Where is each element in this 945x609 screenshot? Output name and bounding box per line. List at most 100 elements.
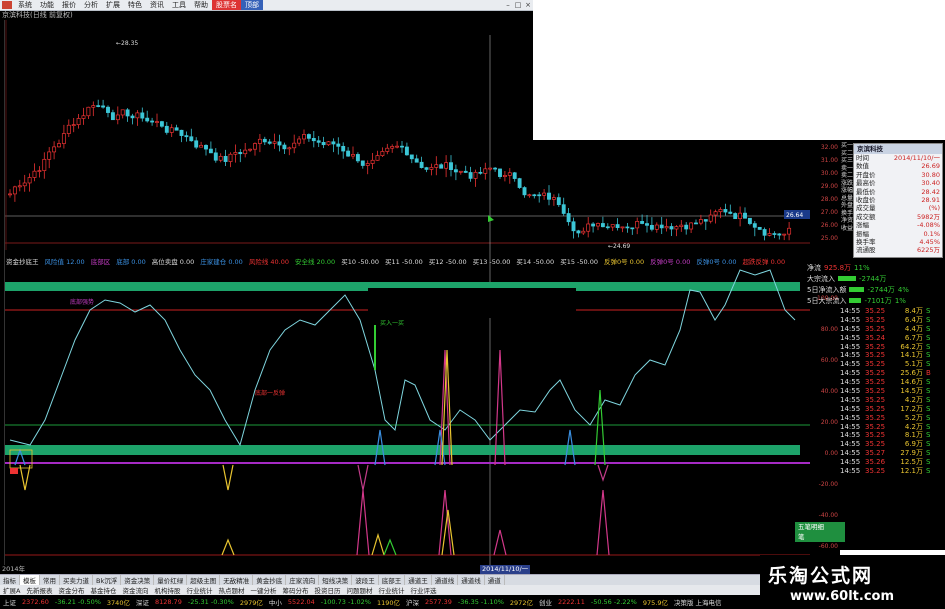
- function-item[interactable]: 筹码分布: [279, 585, 311, 595]
- candle-body: [488, 167, 493, 170]
- tab-item[interactable]: 模板: [20, 575, 40, 585]
- tick-row[interactable]: 14:55 35.25 4.2万 S: [840, 396, 945, 405]
- menu-news[interactable]: 资讯: [146, 0, 168, 10]
- window-title: 京滨科技(日线 前复权): [0, 11, 533, 20]
- tick-volume: 25.6万: [900, 369, 923, 378]
- candle-body: [174, 127, 179, 131]
- tick-button[interactable]: 笔: [795, 532, 845, 542]
- tab-item[interactable]: 通道线: [432, 575, 459, 585]
- tick-row[interactable]: 14:55 35.26 12.5万 S: [840, 458, 945, 467]
- index-quote: 2972亿: [509, 599, 533, 607]
- tick-row[interactable]: 14:55 35.25 8.1万 S: [840, 431, 945, 440]
- popup-value: 0.1%: [923, 229, 940, 238]
- tick-row[interactable]: 14:55 35.25 14.1万 S: [840, 351, 945, 360]
- tab-item[interactable]: 资金决策: [121, 575, 155, 585]
- tab-item[interactable]: 超级主图: [187, 575, 221, 585]
- menu-function[interactable]: 功能: [36, 0, 58, 10]
- function-item[interactable]: 先新报表: [23, 585, 55, 595]
- menu-help[interactable]: 帮助: [190, 0, 212, 10]
- tick-row[interactable]: 14:55 35.25 25.6万 B: [840, 369, 945, 378]
- candle-body: [444, 162, 449, 169]
- tick-row[interactable]: 14:55 35.27 27.9万 S: [840, 449, 945, 458]
- candle-body: [351, 154, 355, 157]
- tab-item[interactable]: 指标: [0, 575, 20, 585]
- candle-body: [155, 121, 159, 123]
- candle-body: [600, 223, 605, 228]
- tick-price: 35.25: [865, 413, 886, 422]
- tick-row[interactable]: 14:55 35.25 5.2万 S: [840, 414, 945, 423]
- tab-item[interactable]: 量价红绿: [154, 575, 188, 585]
- tab-item[interactable]: 常用: [40, 575, 60, 585]
- tick-time: 14:55: [840, 360, 861, 369]
- index-quote: 创业: [538, 599, 552, 607]
- minimize-icon[interactable]: –: [503, 1, 513, 9]
- flow-label: 净流: [807, 263, 821, 272]
- tab-item[interactable]: 短线决策: [319, 575, 353, 585]
- tab-item[interactable]: 庄家流向: [286, 575, 320, 585]
- flow-label: 大宗流入: [807, 274, 835, 283]
- tick-side: S: [926, 378, 931, 387]
- candle-body: [37, 170, 42, 172]
- menu-extend[interactable]: 扩展: [102, 0, 124, 10]
- candle-body: [424, 167, 429, 170]
- tick-row[interactable]: 14:55 35.25 17.2万 S: [840, 405, 945, 414]
- tick-row[interactable]: 14:55 35.25 4.4万 S: [840, 325, 945, 334]
- menu-system[interactable]: 系统: [14, 0, 36, 10]
- function-item[interactable]: 行业评选: [407, 585, 439, 595]
- function-item[interactable]: 投资日历: [311, 585, 343, 595]
- close-icon[interactable]: ×: [523, 1, 533, 9]
- function-item[interactable]: 问题题材: [343, 585, 375, 595]
- tab-item[interactable]: 黄金抄底: [253, 575, 287, 585]
- function-item[interactable]: 资金流向: [119, 585, 151, 595]
- five-tick-detail-button[interactable]: 五笔明细: [795, 522, 845, 532]
- function-item[interactable]: 热点题材: [215, 585, 247, 595]
- tick-row[interactable]: 14:55 35.25 8.4万 S: [840, 307, 945, 316]
- tick-list[interactable]: 14:55 35.25 8.4万 S 14:55 35.25 6.4万 S 14:55 35.25…: [840, 307, 945, 547]
- function-item[interactable]: 行业统计: [375, 585, 407, 595]
- tick-row[interactable]: 14:55 35.25 64.2万 S: [840, 343, 945, 352]
- tick-volume: 64.2万: [900, 342, 923, 351]
- tab-item[interactable]: 通道王: [405, 575, 432, 585]
- candle-body: [346, 150, 351, 157]
- tick-row[interactable]: 14:55 35.25 6.4万 S: [840, 316, 945, 325]
- tick-row[interactable]: 14:55 35.25 14.6万 S: [840, 378, 945, 387]
- tick-side: S: [926, 404, 931, 413]
- data-popup[interactable]: 京滨科技 时间 2014/11/10/一 数值 26.69 开盘价 30.80 最高价 30.…: [853, 143, 943, 258]
- tab-item[interactable]: Bk沉浮: [93, 575, 122, 585]
- tick-row[interactable]: 14:55 35.25 4.2万 S: [840, 423, 945, 432]
- menu-quote[interactable]: 报价: [58, 0, 80, 10]
- signal-spike: [357, 464, 369, 491]
- side-label: 买一: [841, 142, 854, 149]
- tab-item[interactable]: 通道线: [458, 575, 485, 585]
- tick-row[interactable]: 14:55 35.24 6.7万 S: [840, 334, 945, 343]
- candle-body: [635, 221, 640, 229]
- function-item[interactable]: 行业统计: [183, 585, 215, 595]
- tick-row[interactable]: 14:55 35.25 14.5万 S: [840, 387, 945, 396]
- watermark-url: www.60lt.com: [790, 589, 895, 604]
- candle-body: [218, 155, 223, 161]
- function-item[interactable]: 一键分析: [247, 585, 279, 595]
- maximize-icon[interactable]: □: [513, 1, 523, 9]
- candle-body: [272, 141, 277, 144]
- tick-row[interactable]: 14:55 35.25 5.1万 S: [840, 360, 945, 369]
- tab-item[interactable]: 无敌精准: [220, 575, 254, 585]
- candle-body: [22, 182, 27, 187]
- function-item[interactable]: 基金持仓: [87, 585, 119, 595]
- tick-row[interactable]: 14:55 35.25 6.9万 S: [840, 440, 945, 449]
- function-item[interactable]: 资金分布: [55, 585, 87, 595]
- tab-item[interactable]: 波段王: [352, 575, 379, 585]
- stock-name-button[interactable]: 股票名: [212, 0, 241, 10]
- candle-body: [326, 141, 331, 146]
- tab-item[interactable]: 底部王: [379, 575, 406, 585]
- menu-tools[interactable]: 工具: [168, 0, 190, 10]
- menu-special[interactable]: 特色: [124, 0, 146, 10]
- window-controls: – □ ×: [503, 1, 533, 9]
- tick-row[interactable]: 14:55 35.25 12.1万 S: [840, 467, 945, 476]
- top-button[interactable]: 顶部: [241, 0, 263, 10]
- candle-body: [645, 223, 649, 226]
- tab-item[interactable]: 通道: [485, 575, 505, 585]
- function-item[interactable]: 机构持股: [151, 585, 183, 595]
- function-item[interactable]: 扩展A: [0, 585, 23, 595]
- tab-item[interactable]: 买卖力道: [60, 575, 93, 585]
- menu-analysis[interactable]: 分析: [80, 0, 102, 10]
